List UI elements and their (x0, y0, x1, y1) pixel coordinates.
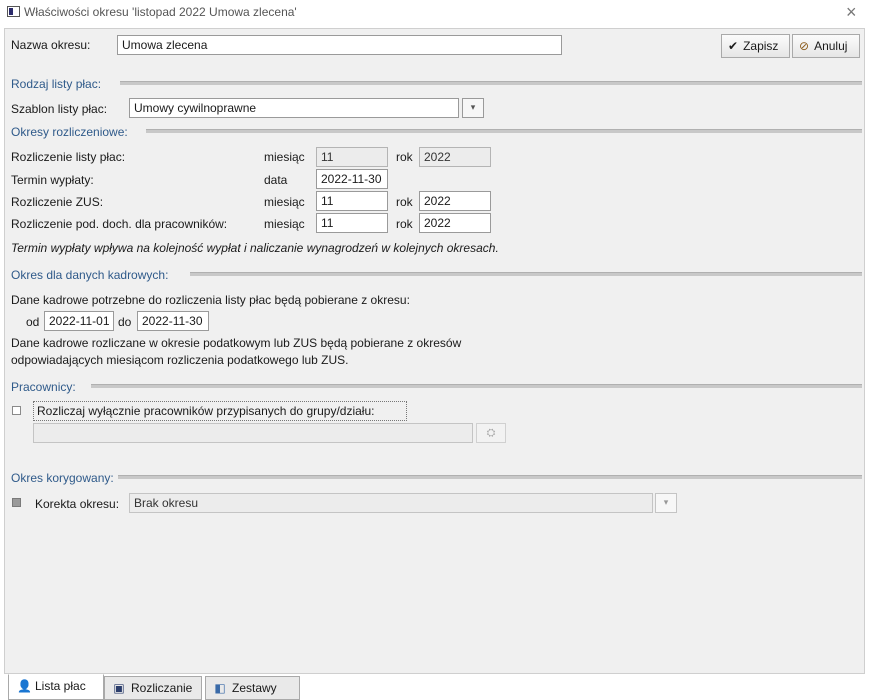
tax-settlement-label: Rozliczenie pod. doch. dla pracowników: (11, 217, 228, 231)
month-label: miesiąc (264, 150, 305, 164)
hr-period-note-line2: odpowiadających miesiącom rozliczenia po… (11, 353, 349, 367)
correction-dropdown-button: ▾ (655, 493, 677, 513)
payroll-year-field: 2022 (419, 147, 491, 167)
correction-select: Brak okresu (129, 493, 653, 513)
payment-date-note: Termin wypłaty wpływa na kolejność wypła… (11, 241, 499, 255)
calculator-icon: ▣ (113, 681, 125, 695)
tax-month-input[interactable]: 11 (316, 213, 388, 233)
tab-sets[interactable]: ◧ Zestawy (205, 676, 300, 700)
correction-label: Korekta okresu: (35, 497, 120, 511)
section-divider (120, 81, 862, 85)
section-divider (190, 272, 862, 276)
section-divider (118, 475, 862, 479)
section-employees: Pracownicy: (11, 380, 76, 394)
cancel-icon: ⊘ (799, 39, 810, 53)
close-icon[interactable]: × (846, 2, 857, 22)
section-corrected-period: Okres korygowany: (11, 471, 114, 485)
year-label: rok (396, 150, 413, 164)
hr-period-note-line1: Dane kadrowe rozliczane w okresie podatk… (11, 336, 462, 350)
month-label: miesiąc (264, 195, 305, 209)
hr-from-date-input[interactable]: 2022-11-01 (44, 311, 114, 331)
month-label: miesiąc (264, 217, 305, 231)
hr-period-intro: Dane kadrowe potrzebne do rozliczenia li… (11, 293, 410, 307)
main-panel (4, 28, 865, 674)
from-label: od (26, 315, 40, 329)
template-label: Szablon listy płac: (11, 102, 108, 116)
payroll-settlement-label: Rozliczenie listy płac: (11, 150, 126, 164)
title-bar: Właściwości okresu 'listopad 2022 Umowa … (0, 0, 869, 26)
year-label: rok (396, 217, 413, 231)
zus-settlement-label: Rozliczenie ZUS: (11, 195, 104, 209)
tab-settlement[interactable]: ▣ Rozliczanie (104, 676, 202, 700)
section-divider (146, 129, 862, 133)
to-label: do (118, 315, 132, 329)
tab-label: Rozliczanie (131, 681, 193, 695)
section-settlement-periods: Okresy rozliczeniowe: (11, 125, 128, 139)
tax-year-input[interactable]: 2022 (419, 213, 491, 233)
group-picker-icon: ⛭ (476, 423, 506, 443)
section-hr-period: Okres dla danych kadrowych: (11, 268, 169, 282)
group-select-field (33, 423, 473, 443)
save-button[interactable]: ✔ Zapisz (721, 34, 790, 58)
payment-date-input[interactable]: 2022-11-30 (316, 169, 388, 189)
person-icon: 👤 (17, 679, 32, 693)
period-name-label: Nazwa okresu: (11, 38, 91, 52)
tab-payroll-list[interactable]: 👤 Lista płac (8, 674, 104, 700)
cancel-button[interactable]: ⊘ Anuluj (792, 34, 860, 58)
window-icon (7, 6, 20, 17)
template-select[interactable]: Umowy cywilnoprawne (129, 98, 459, 118)
tab-label: Zestawy (232, 681, 277, 695)
payroll-month-field: 11 (316, 147, 388, 167)
zus-year-input[interactable]: 2022 (419, 191, 491, 211)
group-filter-checkbox[interactable] (12, 406, 21, 415)
template-dropdown-button[interactable]: ▾ (462, 98, 484, 118)
date-label: data (264, 173, 288, 187)
correction-checkbox[interactable] (12, 498, 21, 507)
group-filter-label[interactable]: Rozliczaj wyłącznie pracowników przypisa… (33, 401, 407, 421)
period-name-input[interactable]: Umowa zlecena (117, 35, 562, 55)
year-label: rok (396, 195, 413, 209)
check-icon: ✔ (728, 39, 739, 53)
window-title: Właściwości okresu 'listopad 2022 Umowa … (24, 5, 297, 19)
save-button-label: Zapisz (743, 39, 779, 53)
tab-label: Lista płac (35, 679, 86, 693)
report-icon: ◧ (214, 681, 226, 695)
section-payroll-type: Rodzaj listy płac: (11, 77, 102, 91)
section-divider (91, 384, 862, 388)
cancel-button-label: Anuluj (814, 39, 848, 53)
hr-to-date-input[interactable]: 2022-11-30 (137, 311, 209, 331)
payment-date-label: Termin wypłaty: (11, 173, 94, 187)
zus-month-input[interactable]: 11 (316, 191, 388, 211)
